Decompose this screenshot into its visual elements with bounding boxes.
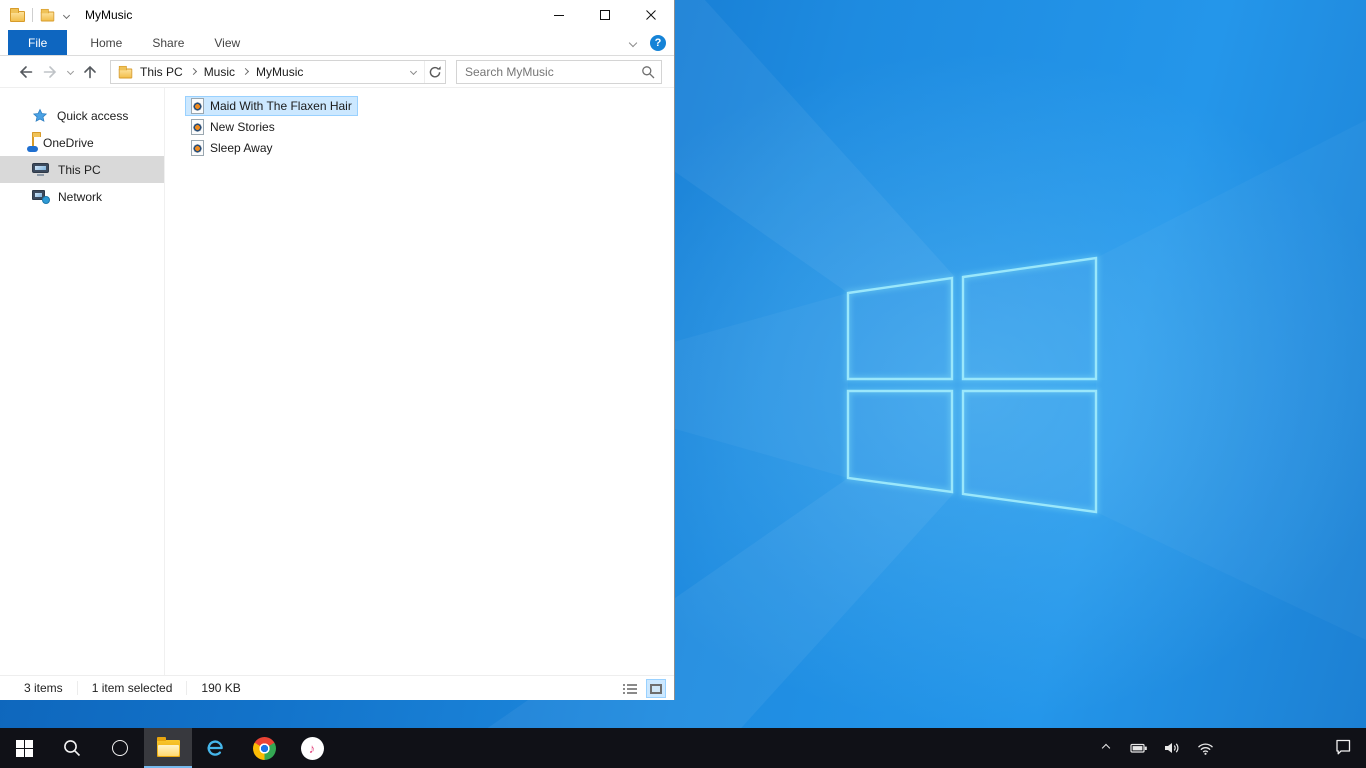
minimize-button[interactable]	[536, 0, 582, 30]
qat-divider	[32, 8, 33, 22]
breadcrumb-mymusic[interactable]: MyMusic	[249, 65, 310, 79]
breadcrumb-music[interactable]: Music	[197, 65, 242, 79]
large-icons-view-icon	[650, 683, 662, 694]
up-button[interactable]	[78, 60, 102, 84]
network-icon	[32, 190, 50, 204]
hidden-icons-chevron[interactable]	[1097, 739, 1115, 757]
tab-home[interactable]: Home	[75, 30, 137, 55]
onedrive-folder-icon	[27, 134, 38, 152]
cortana-button[interactable]	[96, 728, 144, 768]
action-center-button[interactable]	[1334, 738, 1352, 758]
forward-button[interactable]	[38, 60, 62, 84]
address-row: This PC Music MyMusic	[0, 56, 674, 88]
cortana-icon	[112, 740, 128, 756]
ribbon-tab-strip: File Home Share View ?	[0, 30, 674, 56]
battery-icon[interactable]	[1130, 739, 1148, 757]
status-item-count: 3 items	[24, 681, 78, 695]
minimize-icon	[553, 14, 564, 16]
tab-file[interactable]: File	[8, 30, 68, 55]
taskbar-search-button[interactable]	[48, 728, 96, 768]
sidebar-item-network[interactable]: Network	[0, 183, 164, 210]
file-name: Maid With The Flaxen Hair	[210, 99, 352, 113]
media-file-icon	[191, 119, 204, 135]
search-icon[interactable]	[635, 65, 661, 79]
file-row-selected[interactable]: Maid With The Flaxen Hair	[185, 96, 358, 116]
taskbar-internet-explorer-button[interactable]	[192, 728, 240, 768]
details-view-button[interactable]	[620, 679, 640, 698]
status-selected-size: 190 KB	[201, 681, 241, 695]
breadcrumb-chevron-icon[interactable]	[241, 67, 250, 76]
system-tray	[1097, 728, 1214, 768]
expand-ribbon-chevron-icon[interactable]	[628, 38, 638, 48]
refresh-button[interactable]	[424, 60, 445, 83]
taskbar	[0, 728, 1366, 768]
media-file-icon	[191, 98, 204, 114]
file-explorer-icon	[156, 736, 180, 757]
window-title: MyMusic	[85, 8, 133, 22]
chrome-icon	[252, 736, 276, 760]
computer-icon	[32, 163, 49, 176]
volume-icon[interactable]	[1163, 739, 1181, 757]
sidebar-item-label: Quick access	[57, 108, 129, 123]
breadcrumb-this-pc[interactable]: This PC	[133, 65, 190, 79]
taskbar-itunes-button[interactable]	[288, 728, 336, 768]
address-dropdown-chevron[interactable]	[403, 61, 424, 83]
navigation-pane: Quick access OneDrive This PC Network	[0, 88, 165, 675]
windows-logo-icon	[15, 739, 33, 757]
file-name: Sleep Away	[210, 141, 273, 155]
file-explorer-window: MyMusic File Home Share View ? This PC M…	[0, 0, 675, 700]
itunes-icon	[300, 736, 324, 760]
qat-customize-chevron-icon[interactable]	[62, 11, 71, 19]
explorer-body: Quick access OneDrive This PC Network Ma…	[0, 88, 674, 675]
forward-arrow-icon	[43, 65, 57, 78]
file-row[interactable]: New Stories	[185, 117, 281, 137]
search-box	[456, 59, 662, 84]
back-arrow-icon	[19, 65, 33, 78]
title-bar[interactable]: MyMusic	[0, 0, 674, 30]
large-icons-view-button[interactable]	[646, 679, 666, 698]
start-button[interactable]	[0, 728, 48, 768]
sidebar-item-label: Network	[58, 189, 103, 204]
sidebar-item-onedrive[interactable]: OneDrive	[0, 129, 164, 156]
sidebar-item-quick-access[interactable]: Quick access	[0, 102, 164, 129]
address-bar[interactable]: This PC Music MyMusic	[110, 59, 446, 84]
system-folder-icon[interactable]	[10, 8, 25, 22]
search-icon	[64, 740, 81, 757]
file-name: New Stories	[210, 120, 275, 134]
sidebar-item-label: OneDrive	[43, 135, 94, 150]
maximize-icon	[599, 9, 610, 20]
file-list[interactable]: Maid With The Flaxen Hair New Stories Sl…	[165, 88, 674, 675]
tab-view[interactable]: View	[199, 30, 255, 55]
action-center-icon	[1336, 739, 1351, 755]
help-icon[interactable]: ?	[650, 35, 666, 51]
quick-access-star-icon	[32, 108, 48, 122]
close-button[interactable]	[628, 0, 674, 30]
close-icon	[645, 9, 656, 20]
breadcrumb-chevron-icon[interactable]	[189, 67, 197, 76]
refresh-icon	[429, 65, 441, 77]
status-selected-count: 1 item selected	[92, 681, 188, 695]
file-row[interactable]: Sleep Away	[185, 138, 279, 158]
sidebar-item-label: This PC	[58, 162, 101, 177]
sidebar-item-this-pc[interactable]: This PC	[0, 156, 164, 183]
up-arrow-icon	[84, 65, 96, 78]
search-input[interactable]	[457, 61, 635, 82]
network-wifi-icon[interactable]	[1196, 739, 1214, 757]
taskbar-chrome-button[interactable]	[240, 728, 288, 768]
maximize-button[interactable]	[582, 0, 628, 30]
internet-explorer-icon	[207, 740, 223, 756]
location-folder-icon	[118, 65, 133, 78]
taskbar-file-explorer-button[interactable]	[144, 728, 192, 768]
details-view-icon	[623, 683, 637, 694]
qat-new-folder-icon[interactable]	[40, 8, 55, 22]
status-bar: 3 items 1 item selected 190 KB	[0, 675, 674, 700]
back-button[interactable]	[14, 60, 38, 84]
tab-share[interactable]: Share	[137, 30, 199, 55]
media-file-icon	[191, 140, 204, 156]
recent-locations-chevron[interactable]	[62, 60, 78, 84]
